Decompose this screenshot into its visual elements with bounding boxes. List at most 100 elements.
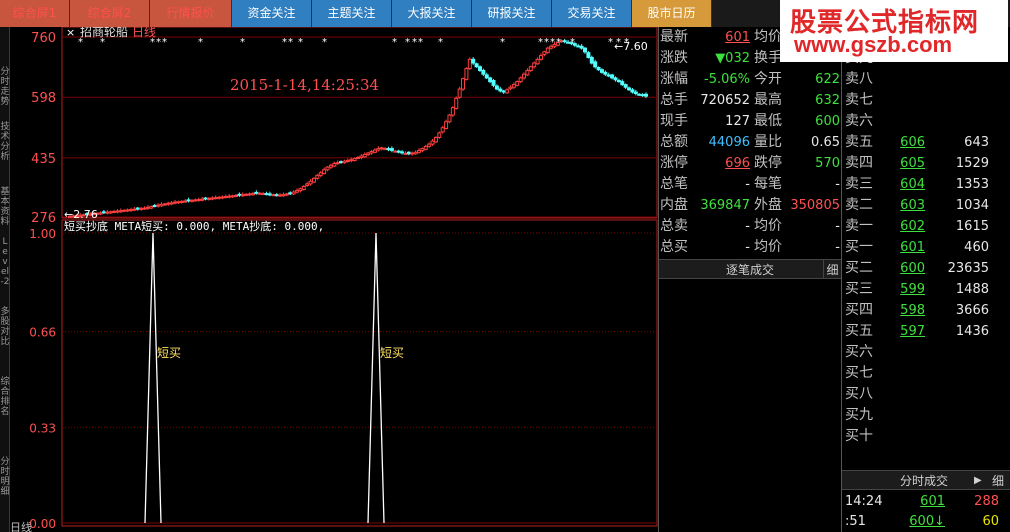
candle (230, 194, 235, 199)
candle (508, 85, 513, 91)
orderbook-label: 卖七 (845, 92, 873, 108)
candle (217, 196, 222, 200)
kline-chart[interactable]: 7605984352761.000.660.330.00* * * * * * * * * * * *… (10, 27, 658, 532)
candle (532, 61, 537, 69)
tab-4[interactable]: 主题关注 (312, 0, 392, 27)
candle (291, 190, 296, 196)
candle (610, 73, 615, 80)
orderbook-row[interactable]: 卖二 603 1034 (845, 195, 993, 216)
candle (461, 77, 466, 91)
quote-row: 总买 - 均价 - (660, 237, 840, 258)
orderbook-row[interactable]: 卖一 602 1615 (845, 216, 993, 237)
left-tab-0[interactable]: 分时走势 (0, 67, 10, 107)
tab-0[interactable]: 综合屏1 (0, 0, 70, 27)
trade-volume: 60 (982, 514, 999, 529)
trade-time: 14:24 (845, 494, 883, 509)
candle (494, 84, 499, 91)
quote-row: 总笔 - 每笔 - (660, 174, 840, 195)
tab-1[interactable]: 综合屏2 (70, 0, 150, 27)
orderbook-row[interactable]: 买八 (845, 384, 993, 405)
quote-label: 总手 (660, 92, 688, 108)
left-tab-2[interactable]: 基本资料 (0, 187, 10, 227)
orderbook-row[interactable]: 买一 601 460 (845, 237, 993, 258)
candle (430, 138, 435, 146)
time-trades-bar[interactable]: 分时成交 ▶ 细 (842, 470, 1010, 490)
detail-button[interactable]: 细 (992, 471, 1004, 491)
signal-star-marker: * (418, 37, 423, 48)
candle (298, 187, 303, 193)
candle (535, 57, 540, 65)
short-buy-spike (144, 232, 162, 524)
short-buy-spike (367, 232, 385, 524)
candle (491, 79, 496, 88)
orderbook-row[interactable]: 卖三 604 1353 (845, 174, 993, 195)
candle (359, 154, 364, 160)
orderbook-row[interactable]: 卖六 (845, 111, 993, 132)
quote-value: - (835, 219, 840, 234)
orderbook-volume: 1436 (955, 324, 989, 339)
orderbook-row[interactable]: 买三 599 1488 (845, 279, 993, 300)
candle (369, 150, 374, 155)
tab-2[interactable]: 行情报价 (150, 0, 232, 27)
orderbook-row[interactable]: 买七 (845, 363, 993, 384)
candle (305, 182, 310, 187)
signal-star-marker: * (570, 37, 575, 48)
candle (518, 76, 523, 84)
candle (125, 208, 130, 213)
candle (400, 150, 405, 155)
left-tab-1[interactable]: 技术分析 (0, 122, 10, 162)
orderbook-label: 买二 (845, 260, 873, 276)
orderbook-row[interactable]: 买六 (845, 342, 993, 363)
orderbook-row[interactable]: 买十 (845, 426, 993, 447)
candle (162, 202, 167, 206)
quote-label: 均价 (754, 218, 782, 234)
tick-trades-bar[interactable]: 逐笔成交 细 (659, 259, 841, 279)
close-chart-icon[interactable]: × (66, 27, 75, 39)
orderbook-row[interactable]: 卖七 (845, 90, 993, 111)
orderbook-price: 599 (900, 282, 925, 297)
tab-3[interactable]: 资金关注 (232, 0, 312, 27)
tab-8[interactable]: 股市日历 (632, 0, 712, 27)
candle (240, 192, 245, 197)
tab-7[interactable]: 交易关注 (552, 0, 632, 27)
orderbook-row[interactable]: 卖五 606 643 (845, 132, 993, 153)
trade-price: 600↓ (909, 514, 945, 529)
left-tab-3[interactable]: Level-2 (0, 237, 10, 287)
orderbook-row[interactable]: 卖四 605 1529 (845, 153, 993, 174)
tab-6[interactable]: 研报关注 (472, 0, 552, 27)
candle (464, 67, 469, 81)
candle (145, 205, 150, 210)
orderbook-row[interactable]: 卖八 (845, 69, 993, 90)
candle (261, 192, 266, 196)
tick-trades-label: 逐笔成交 (725, 263, 774, 277)
tab-5[interactable]: 大报关注 (392, 0, 472, 27)
quote-row: 涨停 696 跌停 570 (660, 153, 840, 174)
quote-value: - (745, 219, 750, 234)
orderbook-row[interactable]: 买二 600 23635 (845, 258, 993, 279)
indicator-tick-label: 0.00 (29, 517, 56, 531)
orderbook-row[interactable]: 买四 598 3666 (845, 300, 993, 321)
quote-label: 内盘 (660, 197, 688, 213)
candle (196, 197, 201, 202)
candle (339, 160, 344, 164)
candle (179, 199, 184, 204)
orderbook-label: 买十 (845, 428, 873, 444)
orderbook-row[interactable]: 买五 597 1436 (845, 321, 993, 342)
candle (213, 195, 218, 200)
candle (288, 191, 293, 196)
detail-button[interactable]: 细 (823, 260, 841, 278)
left-tab-4[interactable]: 多股对比 (0, 307, 10, 347)
left-tab-6[interactable]: 分时明细 (0, 457, 10, 497)
signal-star-marker: * (550, 37, 555, 48)
candle (366, 151, 371, 157)
candle (183, 199, 188, 203)
orderbook-label: 卖三 (845, 176, 873, 192)
orderbook-row[interactable]: 买九 (845, 405, 993, 426)
candle (234, 193, 239, 198)
candle (477, 65, 482, 72)
left-tab-5[interactable]: 综合排名 (0, 377, 10, 417)
signal-star-marker: * (438, 37, 443, 48)
play-arrow-icon[interactable]: ▶ (974, 471, 982, 491)
candle (362, 152, 367, 158)
candle (413, 150, 418, 155)
